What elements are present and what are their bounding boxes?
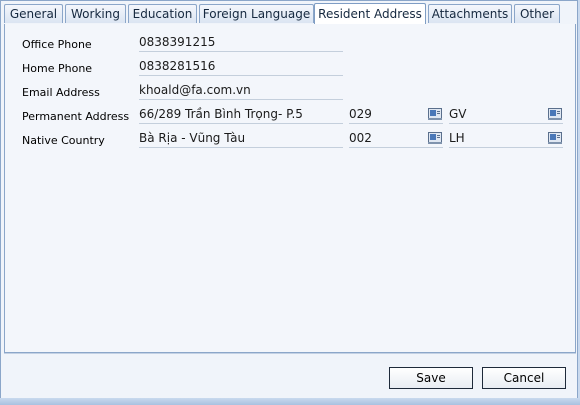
- native-country-label: Native Country: [22, 134, 105, 147]
- lookup-icon[interactable]: [428, 108, 442, 120]
- office-phone-label: Office Phone: [22, 38, 92, 51]
- tab-education[interactable]: Education: [128, 4, 197, 23]
- lookup-icon[interactable]: [548, 108, 562, 120]
- native-country-code2-field[interactable]: LH: [449, 131, 563, 148]
- home-phone-label: Home Phone: [22, 62, 93, 75]
- home-phone-field[interactable]: 0838281516: [139, 59, 343, 76]
- permanent-address-field[interactable]: 66/289 Trần Bình Trọng- P.5: [139, 107, 343, 124]
- tab-attachments[interactable]: Attachments: [428, 4, 512, 23]
- permanent-address-label: Permanent Address: [22, 110, 130, 123]
- email-label: Email Address: [22, 86, 100, 99]
- tab-working[interactable]: Working: [65, 4, 126, 23]
- tab-strip: General Working Education Foreign Langua…: [4, 3, 574, 25]
- native-country-field[interactable]: Bà Rịa - Vũng Tàu: [139, 131, 343, 148]
- tab-foreign-language[interactable]: Foreign Language: [199, 4, 314, 23]
- tab-resident-address[interactable]: Resident Address: [314, 3, 426, 25]
- lookup-icon[interactable]: [428, 132, 442, 144]
- window-bottom-edge: [0, 398, 580, 405]
- resident-address-panel: Office Phone 0838391215 Home Phone 08382…: [4, 24, 576, 353]
- email-field[interactable]: khoald@fa.com.vn: [139, 83, 343, 100]
- save-button[interactable]: Save: [389, 367, 473, 389]
- dialog-window: General Working Education Foreign Langua…: [0, 0, 578, 403]
- tab-general[interactable]: General: [4, 4, 63, 23]
- tab-other[interactable]: Other: [514, 4, 560, 23]
- dialog-footer: Save Cancel: [4, 353, 576, 399]
- lookup-icon[interactable]: [548, 132, 562, 144]
- cancel-button[interactable]: Cancel: [482, 367, 566, 389]
- office-phone-field[interactable]: 0838391215: [139, 35, 343, 52]
- permanent-address-code2-field[interactable]: GV: [449, 107, 563, 124]
